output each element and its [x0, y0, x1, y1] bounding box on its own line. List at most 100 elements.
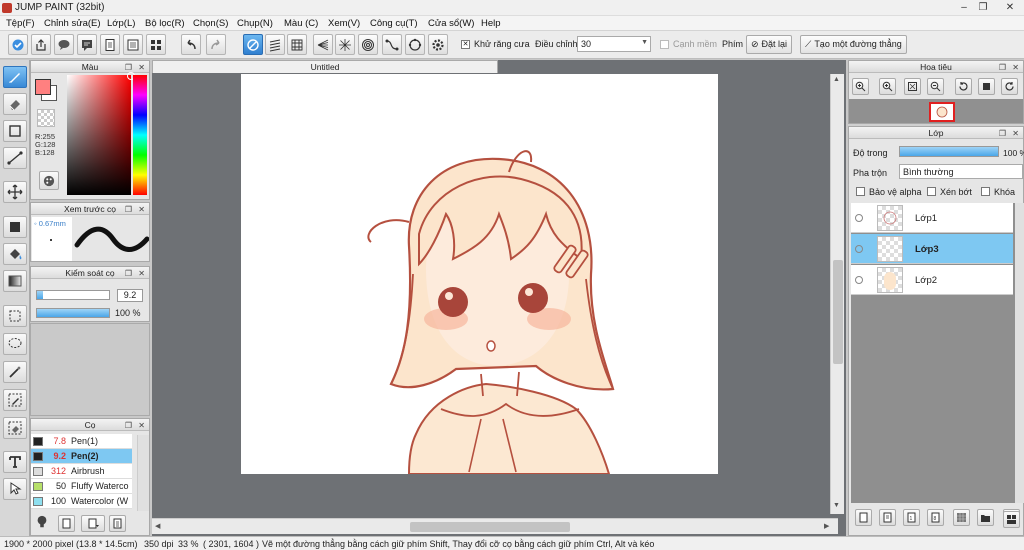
chat-icon[interactable] — [54, 34, 74, 55]
list-icon[interactable] — [123, 34, 143, 55]
visibility-icon[interactable] — [855, 214, 863, 222]
menu-edit[interactable]: Chỉnh sửa(E) — [44, 18, 101, 29]
panel-close-icon[interactable]: ❐ ✕ — [125, 204, 147, 216]
brush-opacity-slider[interactable] — [36, 308, 110, 318]
transparent-color-swatch[interactable] — [37, 109, 55, 127]
scroll-up-icon[interactable]: ▲ — [833, 76, 840, 83]
straight-line-button[interactable]: ⟋ Tạo một đường thẳng — [800, 35, 907, 54]
saturation-value-picker[interactable] — [67, 72, 135, 195]
hue-slider[interactable] — [133, 75, 147, 195]
reset-view-icon[interactable] — [978, 78, 995, 95]
panel-close-icon[interactable]: ❐ ✕ — [125, 268, 147, 280]
layer-list-scrollbar[interactable] — [1015, 203, 1024, 503]
lasso-tool-icon[interactable] — [3, 333, 27, 355]
canvas-tab[interactable]: Untitled — [152, 60, 498, 73]
rotate-right-icon[interactable] — [1001, 78, 1018, 95]
scroll-left-icon[interactable]: ◀ — [155, 522, 160, 530]
navigator-preview[interactable] — [849, 99, 1023, 123]
gradient-tool-icon[interactable] — [3, 270, 27, 292]
fit-window-icon[interactable] — [904, 78, 921, 95]
grid-icon[interactable] — [146, 34, 166, 55]
close-button[interactable]: ✕ — [1002, 1, 1018, 14]
palette-icon[interactable] — [39, 171, 59, 190]
operation-tool-icon[interactable] — [3, 478, 27, 500]
scroll-right-icon[interactable]: ▶ — [824, 522, 829, 530]
minimize-button[interactable]: – — [956, 1, 972, 14]
check-icon[interactable] — [8, 34, 28, 55]
brush-item[interactable]: 9.2 Pen(2) — [31, 449, 132, 464]
line-tool-icon[interactable] — [3, 147, 27, 169]
panel-close-icon[interactable]: ❐ ✕ — [999, 128, 1021, 140]
zoom-in-icon[interactable] — [879, 78, 896, 95]
blend-mode-dropdown[interactable]: Bình thường — [899, 164, 1023, 179]
horizontal-scroll-thumb[interactable] — [410, 522, 570, 532]
grid-snap-icon[interactable] — [287, 34, 307, 55]
bucket-tool-icon[interactable] — [3, 243, 27, 265]
antialias-checkbox[interactable]: ✕ — [461, 40, 470, 49]
reset-button[interactable]: ⊘ Đặt lại — [746, 35, 793, 54]
brush-size-field[interactable]: 9.2 — [117, 289, 143, 302]
folder-icon[interactable] — [977, 509, 994, 526]
maximize-button[interactable]: ❐ — [975, 1, 991, 14]
move-tool-icon[interactable] — [3, 181, 27, 203]
layer-row[interactable]: Lớp3 — [851, 234, 1013, 264]
settings-icon[interactable] — [428, 34, 448, 55]
magic-wand-tool-icon[interactable] — [3, 361, 27, 383]
layer-row[interactable]: Lớp2 — [851, 265, 1013, 295]
soft-edge-checkbox[interactable] — [660, 40, 669, 49]
brush-tip-icon[interactable] — [35, 515, 55, 533]
zoom-in-icon[interactable] — [852, 78, 869, 95]
visibility-icon[interactable] — [855, 276, 863, 284]
vertical-scroll-thumb[interactable] — [833, 260, 843, 364]
menu-view[interactable]: Xem(V) — [328, 18, 360, 29]
redo-icon[interactable] — [206, 34, 226, 55]
halftone-layer-icon[interactable] — [953, 509, 970, 526]
zoom-out-icon[interactable] — [927, 78, 944, 95]
perspective-icon[interactable] — [313, 34, 333, 55]
new-layer-1bit-icon[interactable]: 1 — [903, 509, 920, 526]
radial-lines-icon[interactable] — [335, 34, 355, 55]
concentric-icon[interactable] — [358, 34, 378, 55]
menu-window[interactable]: Cửa sổ(W) — [428, 18, 474, 29]
menu-select[interactable]: Chọn(S) — [193, 18, 228, 29]
rectangle-tool-icon[interactable] — [3, 120, 27, 142]
fill-rect-tool-icon[interactable] — [3, 216, 27, 238]
brush-item[interactable]: 100 Watercolor (W — [31, 494, 132, 509]
panel-close-icon[interactable]: ❐ ✕ — [125, 420, 147, 432]
menu-file[interactable]: Tệp(F) — [6, 18, 35, 29]
new-layer-icon[interactable] — [855, 509, 872, 526]
menu-help[interactable]: Help — [481, 18, 501, 29]
merge-layer-icon[interactable] — [1003, 511, 1020, 528]
brush-size-slider[interactable] — [36, 290, 110, 300]
lock-checkbox[interactable] — [981, 187, 990, 196]
brush-tool-icon[interactable] — [3, 66, 27, 88]
new-layer-copy-icon[interactable] — [879, 509, 896, 526]
new-brush-icon[interactable] — [58, 515, 75, 532]
scroll-down-icon[interactable]: ▼ — [833, 502, 840, 509]
undo-icon[interactable] — [181, 34, 201, 55]
menu-color[interactable]: Màu (C) — [284, 18, 318, 29]
export-icon[interactable] — [31, 34, 51, 55]
eraser-tool-icon[interactable] — [3, 93, 27, 115]
ellipse-icon[interactable] — [405, 34, 425, 55]
brush-item[interactable]: 312 Airbrush — [31, 464, 132, 479]
adjust-combo[interactable]: 30 ▼ — [577, 36, 651, 52]
menu-filter[interactable]: Bộ lọc(R) — [145, 18, 185, 29]
brush-list-scrollbar[interactable] — [137, 435, 149, 511]
parallel-lines-icon[interactable] — [265, 34, 285, 55]
drawing-canvas[interactable] — [241, 74, 718, 475]
menu-tools[interactable]: Công cụ(T) — [370, 18, 418, 29]
visibility-icon[interactable] — [855, 245, 863, 253]
brush-item[interactable]: 50 Fluffy Waterco — [31, 479, 132, 494]
brush-item[interactable]: 7.8 Pen(1) — [31, 434, 132, 449]
rotate-left-icon[interactable] — [955, 78, 972, 95]
text-tool-icon[interactable] — [3, 451, 27, 473]
select-eraser-tool-icon[interactable] — [3, 417, 27, 439]
protect-alpha-checkbox[interactable] — [856, 187, 865, 196]
canvas-horizontal-scrollbar[interactable]: ◀ ▶ — [152, 518, 838, 534]
panel-close-icon[interactable]: ❐ ✕ — [999, 62, 1021, 74]
comment-icon[interactable] — [77, 34, 97, 55]
new-layer-8bit-icon[interactable]: 8 — [927, 509, 944, 526]
curve-icon[interactable] — [382, 34, 402, 55]
snap-off-icon[interactable] — [243, 34, 263, 55]
